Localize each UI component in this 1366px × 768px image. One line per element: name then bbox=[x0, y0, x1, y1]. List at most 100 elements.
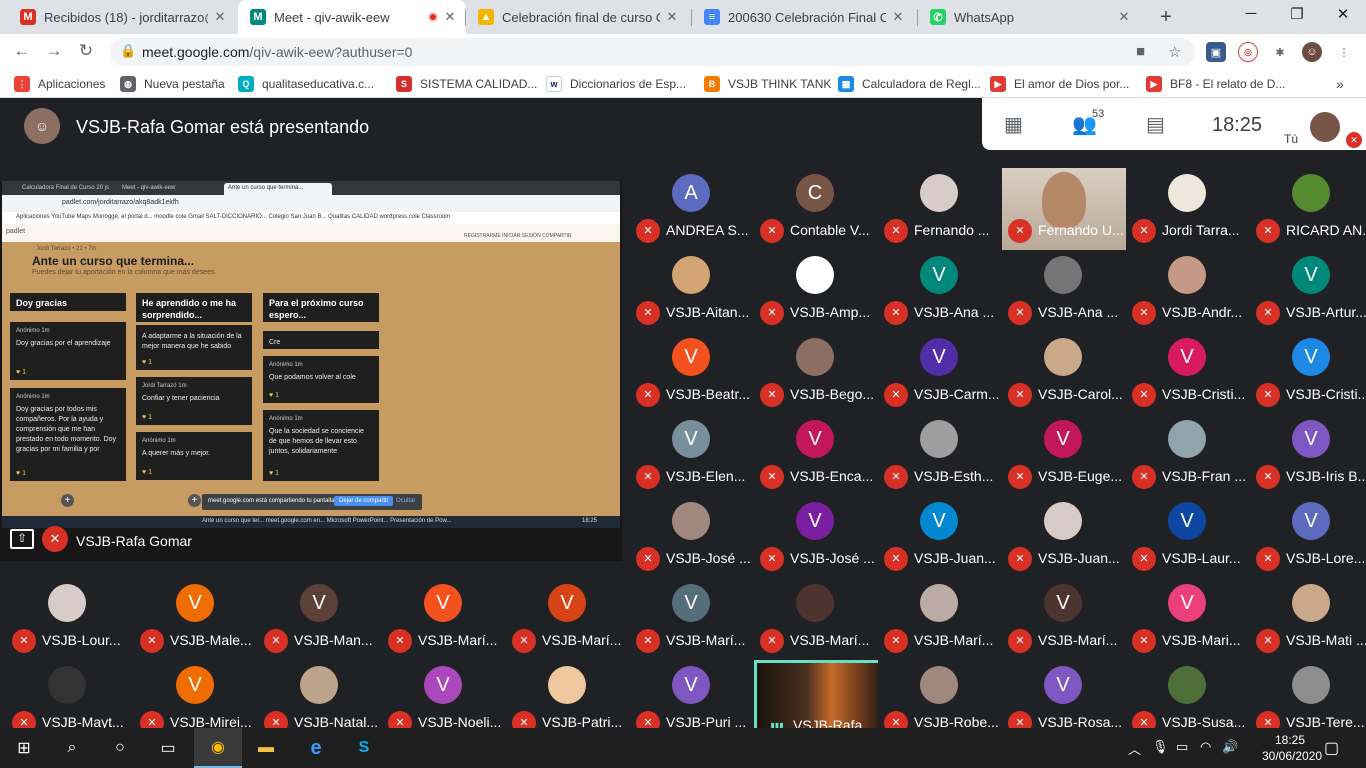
participant-tile[interactable]: V ✕ VSJB-Juan... bbox=[878, 496, 1002, 578]
participant-tile[interactable]: V ✕ VSJB-Ana ... bbox=[878, 250, 1002, 332]
forward-icon[interactable]: → bbox=[42, 41, 66, 61]
participant-tile[interactable]: ✕ VSJB-Amp... bbox=[754, 250, 878, 332]
participant-name: VSJB-Iris B... bbox=[1286, 468, 1366, 484]
browser-tab[interactable]: M Meet - qiv-awik-eew ✕ bbox=[238, 0, 466, 34]
participant-tile[interactable]: ✕ VSJB-Esth... bbox=[878, 414, 1002, 496]
participant-tile[interactable]: ✕ VSJB-Ana ... bbox=[1002, 250, 1126, 332]
reload-icon[interactable]: ↻ bbox=[74, 41, 98, 61]
skype-taskbar-icon[interactable]: S bbox=[340, 728, 388, 768]
cortana-icon[interactable]: ○ bbox=[96, 728, 144, 768]
participant-tile[interactable]: V ✕ VSJB-Marí... bbox=[382, 578, 506, 660]
close-tab-icon[interactable]: ✕ bbox=[212, 9, 228, 25]
participant-tile[interactable]: ✕ RICARD AN... bbox=[1250, 168, 1366, 250]
participant-tile[interactable]: ✕ VSJB-Lour... bbox=[6, 578, 130, 660]
participant-tile[interactable]: V ✕ VSJB-Marí... bbox=[1002, 578, 1126, 660]
omnibox[interactable]: 🔒 meet.google.com/qiv-awik-eew?authuser=… bbox=[110, 38, 1195, 66]
bookmark-item[interactable]: S SISTEMA CALIDAD... bbox=[396, 75, 537, 93]
participant-tile[interactable]: V ✕ VSJB-Elen... bbox=[630, 414, 754, 496]
bookmark-item[interactable]: B VSJB THINK TANK bbox=[704, 75, 831, 93]
close-tab-icon[interactable]: ✕ bbox=[890, 9, 906, 25]
camera-icon[interactable]: ■ bbox=[1136, 43, 1145, 60]
browser-tab[interactable]: ▲ Celebración final de curso ON ✕ bbox=[466, 0, 688, 34]
bookmark-item[interactable]: ▶ El amor de Dios por... bbox=[990, 75, 1129, 93]
battery-icon[interactable]: ▭ bbox=[1176, 739, 1188, 755]
start-button[interactable]: ⊞ bbox=[0, 728, 48, 768]
participant-tile[interactable]: V ✕ VSJB-José ... bbox=[754, 496, 878, 578]
close-tab-icon[interactable]: ✕ bbox=[442, 9, 458, 25]
chat-icon[interactable]: ▤ bbox=[1146, 112, 1165, 137]
bookmark-item[interactable]: Qqualitaseducativa.c... bbox=[238, 75, 374, 93]
participant-tile[interactable]: ✕ VSJB-Marí... bbox=[878, 578, 1002, 660]
participant-avatar: V bbox=[1044, 420, 1082, 458]
extension-icon-1[interactable]: ▣ bbox=[1206, 42, 1226, 62]
wifi-icon[interactable]: ◠ bbox=[1200, 739, 1211, 755]
participant-tile[interactable]: V ✕ VSJB-Cristi... bbox=[1250, 332, 1366, 414]
fullscreen-icon[interactable]: ⇧ bbox=[10, 529, 34, 549]
search-taskbar-icon[interactable]: ⌕ bbox=[48, 728, 96, 768]
participant-tile[interactable]: V ✕ VSJB-Beatr... bbox=[630, 332, 754, 414]
extension-icon-2[interactable]: ⊚ bbox=[1238, 42, 1258, 62]
bookmark-item[interactable]: ⋮ Aplicaciones bbox=[14, 75, 105, 93]
edge-taskbar-icon[interactable]: e bbox=[292, 728, 340, 768]
close-tab-icon[interactable]: ✕ bbox=[664, 9, 680, 25]
participant-tile[interactable]: ✕ VSJB-Aitan... bbox=[630, 250, 754, 332]
participant-tile[interactable]: ✕ VSJB-Juan... bbox=[1002, 496, 1126, 578]
participant-tile[interactable]: V ✕ VSJB-Lore... bbox=[1250, 496, 1366, 578]
participant-tile[interactable]: V ✕ VSJB-Artur... bbox=[1250, 250, 1366, 332]
participant-tile[interactable]: ✕ VSJB-José ... bbox=[630, 496, 754, 578]
bookmark-item[interactable]: ▦ Calculadora de Regl... bbox=[838, 75, 981, 93]
bookmark-item[interactable]: w Diccionarios de Esp... bbox=[546, 75, 686, 93]
bookmark-star-icon[interactable]: ☆ bbox=[1168, 43, 1181, 61]
participant-tile[interactable]: V ✕ VSJB-Man... bbox=[258, 578, 382, 660]
close-window-button[interactable]: ✕ bbox=[1328, 5, 1358, 23]
participant-tile[interactable]: ✕ Jordi Tarra... bbox=[1126, 168, 1250, 250]
tray-chevron-icon[interactable]: ︿ bbox=[1128, 739, 1141, 758]
participant-tile[interactable]: ✕ VSJB-Fran ... bbox=[1126, 414, 1250, 496]
participant-tile[interactable]: V ✕ VSJB-Laur... bbox=[1126, 496, 1250, 578]
volume-icon[interactable]: 🔊 bbox=[1222, 739, 1238, 755]
participant-tile[interactable]: V ✕ VSJB-Carm... bbox=[878, 332, 1002, 414]
notifications-icon[interactable]: ▢ bbox=[1324, 738, 1339, 758]
participant-tile[interactable]: C ✕ Contable V... bbox=[754, 168, 878, 250]
participant-tile[interactable]: ✕ VSJB-Bego... bbox=[754, 332, 878, 414]
mic-off-icon: ✕ bbox=[884, 629, 908, 653]
participant-tile[interactable]: ✕ VSJB-Andr... bbox=[1126, 250, 1250, 332]
participant-tile[interactable]: ✕ VSJB-Marí... bbox=[754, 578, 878, 660]
participant-tile[interactable]: ✕ VSJB-Carol... bbox=[1002, 332, 1126, 414]
participant-tile[interactable]: V ✕ VSJB-Iris B... bbox=[1250, 414, 1366, 496]
task-view-icon[interactable]: ▭ bbox=[144, 728, 192, 768]
bookmark-item[interactable]: ▶ BF8 - El relato de D... bbox=[1146, 75, 1285, 93]
system-clock[interactable]: 18:25 30/06/2020 bbox=[1262, 732, 1322, 764]
participant-tile[interactable]: V ✕ VSJB-Marí... bbox=[630, 578, 754, 660]
participant-tile[interactable]: V ✕ VSJB-Cristi... bbox=[1126, 332, 1250, 414]
browser-tab[interactable]: ≡ 200630 Celebración Final Curs✕ bbox=[692, 0, 914, 34]
explorer-taskbar-icon[interactable]: ▬ bbox=[242, 728, 290, 768]
bookmark-item[interactable]: ◍ Nueva pestaña bbox=[120, 75, 225, 93]
participant-tile[interactable]: V ✕ VSJB-Male... bbox=[134, 578, 258, 660]
participant-tile[interactable]: V ✕ VSJB-Marí... bbox=[506, 578, 630, 660]
participant-tile[interactable]: V ✕ VSJB-Mari... bbox=[1126, 578, 1250, 660]
grid-layout-icon[interactable]: ▦ bbox=[1004, 112, 1023, 137]
self-mic-off-icon[interactable]: ✕ bbox=[1346, 132, 1362, 148]
participant-tile[interactable]: ✕ Fernando ... bbox=[878, 168, 1002, 250]
participant-tile[interactable]: ✕ VSJB-Mati ... bbox=[1250, 578, 1366, 660]
participant-tile[interactable]: ✕ Fernando U... bbox=[1002, 168, 1126, 250]
more-bookmarks-icon[interactable]: » bbox=[1336, 75, 1344, 93]
close-tab-icon[interactable]: ✕ bbox=[1116, 9, 1132, 25]
minimize-button[interactable]: ─ bbox=[1236, 5, 1266, 22]
url-text[interactable]: meet.google.com/qiv-awik-eew?authuser=0 bbox=[142, 44, 412, 60]
profile-avatar[interactable]: ☺ bbox=[1302, 42, 1322, 62]
browser-tab[interactable]: ✆ WhatsApp ✕ bbox=[918, 0, 1140, 34]
microphone-tray-icon[interactable]: 🎙 bbox=[1152, 739, 1169, 755]
participant-tile[interactable]: V ✕ VSJB-Enca... bbox=[754, 414, 878, 496]
maximize-button[interactable]: ❐ bbox=[1282, 5, 1312, 23]
participant-tile[interactable]: V ✕ VSJB-Euge... bbox=[1002, 414, 1126, 496]
chrome-taskbar-icon[interactable]: ◉ bbox=[194, 728, 242, 768]
browser-tab[interactable]: M Recibidos (18) - jorditarrazo@ ✕ bbox=[8, 0, 236, 34]
chrome-menu-icon[interactable]: ⋮ bbox=[1334, 42, 1354, 62]
back-icon[interactable]: ← bbox=[10, 41, 34, 61]
extensions-puzzle-icon[interactable]: ✱ bbox=[1270, 42, 1290, 62]
participant-tile[interactable]: A ✕ ANDREA S... bbox=[630, 168, 754, 250]
mic-off-icon: ✕ bbox=[884, 465, 908, 489]
new-tab-button[interactable]: + bbox=[1155, 6, 1177, 29]
